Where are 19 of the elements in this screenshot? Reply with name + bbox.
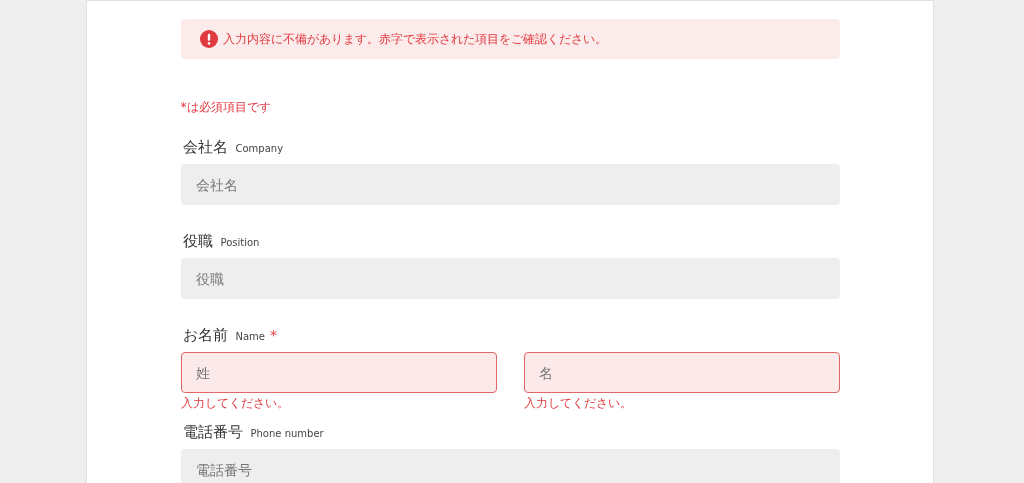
field-label-english: Name [235,331,265,342]
exclamation-icon [199,30,218,48]
input-field[interactable]: 役職 [180,258,840,299]
required-mark: * [270,327,277,343]
input-field[interactable]: 会社名 [180,164,840,205]
field-label: 電話番号 [182,423,243,442]
error-message: 入力してください。 [523,396,633,410]
field-label-english: Phone number [250,428,324,439]
error-message: 入力してください。 [180,396,290,410]
field-label-english: Company [235,143,284,154]
field-label: お名前 [182,326,228,345]
input-field[interactable]: 電話番号 [180,449,840,483]
field-label: 役職 [182,232,213,251]
input-field[interactable]: 姓 [180,352,497,393]
alert-message: 入力内容に不備があります。赤字で表示された項目をご確認ください。 [222,30,607,48]
field-label: 会社名 [182,138,228,157]
input-field[interactable]: 名 [523,352,840,393]
required-note: *は必須項目です [180,99,272,116]
field-label-english: Position [220,237,260,248]
